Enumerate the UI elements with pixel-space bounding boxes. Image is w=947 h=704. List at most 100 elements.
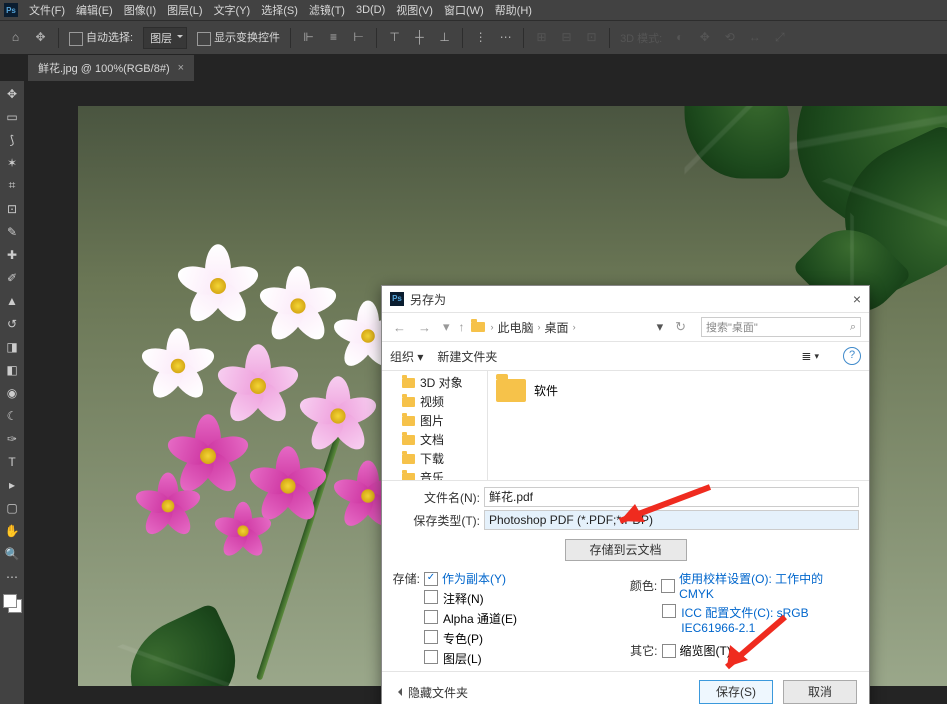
gradient-tool[interactable]: ◧ (3, 360, 22, 379)
frame-tool[interactable]: ⊡ (3, 199, 22, 218)
align-right-icon[interactable]: ⊢ (351, 30, 366, 45)
align-bottom-icon[interactable]: ⊥ (437, 30, 452, 45)
save-to-cloud-button[interactable]: 存储到云文档 (565, 539, 687, 561)
breadcrumb-desktop[interactable]: 桌面 (545, 319, 569, 336)
tree-music[interactable]: 音乐 (382, 468, 487, 480)
as-copy-checkbox[interactable] (424, 572, 438, 586)
tree-images[interactable]: 图片 (382, 411, 487, 430)
dialog-title-bar[interactable]: Ps 另存为 × (382, 286, 869, 312)
menu-type[interactable]: 文字(Y) (214, 2, 251, 18)
options-bar: ⌂ ✥ 自动选择: 图层 显示变换控件 ⊩ ≡ ⊢ ⊤ ┼ ⊥ ⋮ ⋯ ⊞ ⊟ … (0, 20, 947, 54)
menu-image[interactable]: 图像(I) (124, 2, 156, 18)
align-center-v-icon[interactable]: ┼ (412, 30, 427, 45)
chevron-down-icon: ▾ (814, 351, 819, 362)
quick-select-tool[interactable]: ✶ (3, 153, 22, 172)
save-as-dialog: Ps 另存为 × ← → ▾ ↑ › 此电脑 › 桌面 › ▾ ↻ 搜索"桌面"… (381, 285, 870, 704)
align-left-icon[interactable]: ⊩ (301, 30, 316, 45)
hand-tool[interactable]: ✋ (3, 521, 22, 540)
show-transform-checkbox[interactable] (197, 32, 211, 46)
eyedropper-tool[interactable]: ✎ (3, 222, 22, 241)
view-button[interactable]: ≣▾ (801, 349, 819, 363)
hide-folders-toggle[interactable]: 隐藏文件夹 (394, 684, 468, 701)
breadcrumb[interactable]: › 此电脑 › 桌面 › (491, 319, 576, 336)
menu-edit[interactable]: 编辑(E) (76, 2, 113, 18)
lasso-tool[interactable]: ⟆ (3, 130, 22, 149)
crop-tool[interactable]: ⌗ (3, 176, 22, 195)
save-button[interactable]: 保存(S) (699, 680, 773, 704)
dodge-tool[interactable]: ☾ (3, 406, 22, 425)
forward-icon[interactable]: → (415, 320, 434, 335)
list-item[interactable]: 软件 (496, 379, 558, 402)
menu-3d[interactable]: 3D(D) (356, 4, 385, 16)
close-icon[interactable]: × (853, 291, 861, 307)
distribute-3-icon: ⊡ (584, 30, 599, 45)
tree-documents[interactable]: 文档 (382, 430, 487, 449)
new-folder-button[interactable]: 新建文件夹 (437, 348, 497, 365)
spot-checkbox[interactable] (424, 630, 438, 644)
marquee-tool[interactable]: ▭ (3, 107, 22, 126)
type-tool[interactable]: T (3, 452, 22, 471)
history-brush-tool[interactable]: ↺ (3, 314, 22, 333)
filename-input[interactable]: 鲜花.pdf (484, 487, 859, 507)
color-label: 颜色: (630, 577, 658, 594)
healing-tool[interactable]: ✚ (3, 245, 22, 264)
tree-downloads[interactable]: 下载 (382, 449, 487, 468)
path-select-tool[interactable]: ▸ (3, 475, 22, 494)
file-list[interactable]: 软件 (488, 371, 869, 480)
cancel-button[interactable]: 取消 (783, 680, 857, 704)
search-icon: ⌕ (850, 321, 856, 334)
help-icon[interactable]: ? (843, 347, 861, 365)
distribute-2-icon: ⊟ (559, 30, 574, 45)
folder-tree[interactable]: 3D 对象 视频 图片 文档 下载 音乐 桌面 (382, 371, 488, 480)
save-type-dropdown[interactable]: Photoshop PDF (*.PDF;*.PDP) (484, 510, 859, 530)
chevron-left-icon (394, 688, 402, 696)
toolbar-more-icon[interactable]: ⋯ (3, 567, 22, 586)
up-icon[interactable]: ↑ (459, 320, 465, 334)
tree-3d-objects[interactable]: 3D 对象 (382, 373, 487, 392)
eraser-tool[interactable]: ◨ (3, 337, 22, 356)
shape-tool[interactable]: ▢ (3, 498, 22, 517)
dropdown-icon[interactable]: ▾ (654, 319, 667, 335)
document-tab-strip: 鲜花.jpg @ 100%(RGB/8#) × (0, 54, 947, 81)
icc-checkbox[interactable] (662, 604, 676, 618)
auto-select-label: 自动选择: (86, 32, 133, 44)
menu-file[interactable]: 文件(F) (29, 2, 65, 18)
stamp-tool[interactable]: ▲ (3, 291, 22, 310)
brush-tool[interactable]: ✐ (3, 268, 22, 287)
menu-select[interactable]: 选择(S) (261, 2, 298, 18)
auto-select-checkbox[interactable] (69, 32, 83, 46)
menu-filter[interactable]: 滤镜(T) (309, 2, 345, 18)
menu-window[interactable]: 窗口(W) (444, 2, 484, 18)
organize-button[interactable]: 组织 ▾ (390, 348, 423, 365)
overflow-icon[interactable]: ⋯ (498, 30, 513, 45)
align-top-icon[interactable]: ⊤ (387, 30, 402, 45)
menu-layer[interactable]: 图层(L) (167, 2, 202, 18)
proof-checkbox[interactable] (661, 579, 675, 593)
dialog-title: 另存为 (410, 291, 446, 308)
home-icon[interactable]: ⌂ (8, 30, 23, 45)
alpha-checkbox[interactable] (424, 610, 438, 624)
zoom-tool[interactable]: 🔍 (3, 544, 22, 563)
folder-icon (402, 435, 415, 445)
tree-videos[interactable]: 视频 (382, 392, 487, 411)
breadcrumb-this-pc[interactable]: 此电脑 (498, 319, 534, 336)
thumb-checkbox[interactable] (662, 644, 676, 658)
distribute-h-icon[interactable]: ⋮ (473, 30, 488, 45)
refresh-icon[interactable]: ↻ (672, 319, 689, 335)
layers-checkbox[interactable] (424, 650, 438, 664)
align-center-h-icon[interactable]: ≡ (326, 30, 341, 45)
document-tab[interactable]: 鲜花.jpg @ 100%(RGB/8#) × (28, 55, 194, 81)
blur-tool[interactable]: ◉ (3, 383, 22, 402)
color-swatch[interactable] (3, 594, 22, 613)
notes-checkbox[interactable] (424, 590, 438, 604)
auto-select-dropdown[interactable]: 图层 (143, 27, 187, 49)
pen-tool[interactable]: ✑ (3, 429, 22, 448)
move-tool[interactable]: ✥ (3, 84, 22, 103)
menu-help[interactable]: 帮助(H) (495, 2, 532, 18)
back-icon[interactable]: ← (390, 320, 409, 335)
close-tab-icon[interactable]: × (178, 62, 184, 74)
menu-view[interactable]: 视图(V) (396, 2, 433, 18)
leaf-graphic (685, 106, 790, 179)
recent-dropdown-icon[interactable]: ▾ (440, 319, 453, 335)
search-input[interactable]: 搜索"桌面"⌕ (701, 317, 861, 337)
